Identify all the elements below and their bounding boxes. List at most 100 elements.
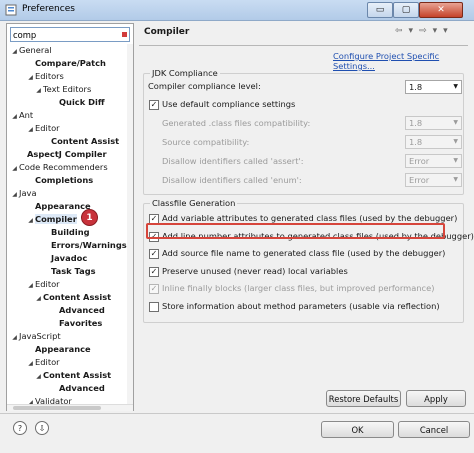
tree-item-label: Ant [19, 110, 34, 120]
compliance-level-select[interactable]: 1.8 ▼ [405, 80, 462, 94]
source-compat-select[interactable]: 1.8 ▼ [405, 135, 462, 149]
tree-item[interactable]: ◢ Content Assist [34, 291, 111, 304]
expand-triangle-icon[interactable]: ◢ [34, 292, 43, 305]
tree-item[interactable]: Advanced [50, 382, 105, 395]
tree-item[interactable]: Appearance [26, 343, 91, 356]
cancel-button[interactable]: Cancel [398, 421, 470, 438]
forward-menu-icon[interactable]: ▾ [433, 26, 438, 36]
tree-item-label: AspectJ Compiler [27, 149, 107, 159]
tree-item[interactable]: Errors/Warnings [42, 239, 127, 252]
expand-triangle-icon[interactable]: ◢ [26, 123, 35, 136]
tree-item[interactable]: ◢ Editor [26, 356, 59, 369]
tree-item[interactable]: Completions [26, 174, 93, 187]
tree-item-label: Text Editors [43, 84, 92, 94]
tree-item[interactable]: Javadoc [42, 252, 87, 265]
expand-triangle-icon[interactable]: ◢ [10, 331, 19, 344]
generated-compat-value: 1.8 [409, 118, 423, 128]
tree-item[interactable]: AspectJ Compiler [18, 148, 107, 161]
tree-item-label: Quick Diff [59, 97, 105, 107]
highlight-annotation [146, 223, 445, 239]
compiler-page: Compiler ⇦ ▾ ⇨ ▾ ▾ Configure Project Spe… [139, 23, 474, 411]
ok-button[interactable]: OK [321, 421, 394, 438]
disallow-assert-value: Error [409, 156, 430, 166]
tree-item[interactable]: ◢ Editor [26, 278, 59, 291]
tree-item[interactable]: ◢ Java [10, 187, 37, 201]
expand-triangle-icon[interactable]: ◢ [10, 188, 19, 201]
expand-triangle-icon[interactable]: ◢ [10, 45, 19, 58]
generated-compat-label: Generated .class files compatibility: [162, 118, 311, 128]
tree-item[interactable]: Advanced [50, 304, 105, 317]
configure-project-settings-link[interactable]: Configure Project Specific Settings... [333, 51, 468, 71]
page-title: Compiler [144, 27, 190, 37]
expand-triangle-icon[interactable]: ◢ [34, 84, 43, 97]
tree-item-label: JavaScript [19, 331, 61, 341]
clear-filter-icon[interactable] [122, 32, 127, 37]
tree-item[interactable]: Favorites [50, 317, 102, 330]
dropdown-arrow-icon: ▼ [453, 138, 458, 145]
import-export-icon[interactable]: ⇩ [35, 421, 49, 435]
restore-defaults-button[interactable]: Restore Defaults [326, 390, 401, 407]
tree-horizontal-scrollbar[interactable] [7, 404, 133, 411]
back-arrow-icon[interactable]: ⇦ [395, 26, 403, 36]
classfile-option-label: Add source file name to generated class … [162, 248, 446, 258]
tree-item[interactable]: ◢ Compiler [26, 213, 77, 226]
back-menu-icon[interactable]: ▾ [409, 26, 414, 36]
preferences-icon [5, 4, 17, 16]
classfile-option-checkbox[interactable]: ✓ [149, 266, 159, 277]
tree-vertical-scrollbar[interactable] [127, 44, 133, 410]
tree-item[interactable]: Appearance [26, 200, 91, 213]
tree-item[interactable]: ◢ Code Recommenders [10, 161, 107, 175]
tree-item[interactable]: ◢ Content Assist [34, 369, 111, 382]
tree-item-label: Editor [35, 123, 60, 133]
page-nav: ⇦ ▾ ⇨ ▾ ▾ [395, 26, 448, 36]
minimize-button[interactable]: ▭ [367, 2, 393, 18]
tree-item[interactable]: ◢ Ant [10, 109, 33, 122]
tree-item[interactable]: Task Tags [42, 265, 96, 278]
classfile-option-checkbox[interactable] [149, 301, 159, 312]
disallow-enum-value: Error [409, 175, 430, 185]
page-menu-icon[interactable]: ▾ [443, 26, 448, 36]
expand-triangle-icon[interactable]: ◢ [10, 110, 19, 123]
tree-item[interactable]: ◢ General [10, 44, 52, 57]
tree-item[interactable]: Quick Diff [50, 96, 105, 109]
disallow-enum-select[interactable]: Error ▼ [405, 173, 462, 187]
preferences-tree-pane: ◢GeneralCompare/Patch◢Editors◢Text Edito… [6, 23, 134, 411]
bottom-separator [0, 413, 474, 414]
filter-input[interactable] [11, 28, 111, 41]
tree-item[interactable]: Building [42, 226, 90, 239]
expand-triangle-icon[interactable]: ◢ [34, 370, 43, 383]
tree-item[interactable]: ◢ Text Editors [34, 83, 91, 96]
tree-item[interactable]: Content Assist [42, 135, 119, 148]
expand-triangle-icon[interactable]: ◢ [26, 214, 35, 227]
tree-item-label: Completions [35, 175, 94, 185]
tree-item[interactable]: ◢ JavaScript [10, 330, 61, 344]
forward-arrow-icon[interactable]: ⇨ [419, 26, 427, 36]
tree-item-label: Content Assist [51, 136, 120, 146]
tree-item[interactable]: Compare/Patch [26, 57, 106, 70]
classfile-option-label: Store information about method parameter… [162, 300, 440, 311]
tree-item-label: Building [51, 227, 90, 237]
classfile-option-checkbox[interactable]: ✓ [149, 249, 159, 259]
preferences-tree: ◢ General Compare/Patch ◢ Editors ◢ Text Edito… [7, 44, 133, 410]
expand-triangle-icon[interactable]: ◢ [10, 162, 19, 175]
source-compat-value: 1.8 [409, 137, 423, 147]
close-button[interactable]: ✕ [419, 2, 463, 18]
tree-scroll-thumb[interactable] [13, 406, 101, 410]
tree-item-label: Java [19, 188, 37, 198]
generated-compat-select[interactable]: 1.8 ▼ [405, 116, 462, 130]
classfile-option-label: Add variable attributes to generated cla… [162, 213, 458, 223]
step-badge: 1 [81, 209, 98, 226]
dropdown-arrow-icon: ▼ [453, 83, 458, 90]
tree-item[interactable]: ◢ Editor [26, 122, 60, 136]
tree-item[interactable]: ◢ Editors [26, 70, 64, 83]
classfile-option-checkbox[interactable]: ✓ [149, 284, 159, 294]
disallow-assert-select[interactable]: Error ▼ [405, 154, 462, 168]
help-icon[interactable]: ? [13, 421, 27, 435]
use-default-label: Use default compliance settings [162, 99, 296, 109]
jdk-compliance-label: JDK Compliance [150, 68, 220, 78]
classfile-option-label: Inline finally blocks (larger class file… [162, 283, 435, 293]
use-default-checkbox[interactable]: ✓ [149, 100, 159, 110]
maximize-button[interactable]: ▢ [393, 2, 419, 18]
source-compat-label: Source compatibility: [162, 137, 250, 147]
apply-button[interactable]: Apply [406, 390, 466, 407]
